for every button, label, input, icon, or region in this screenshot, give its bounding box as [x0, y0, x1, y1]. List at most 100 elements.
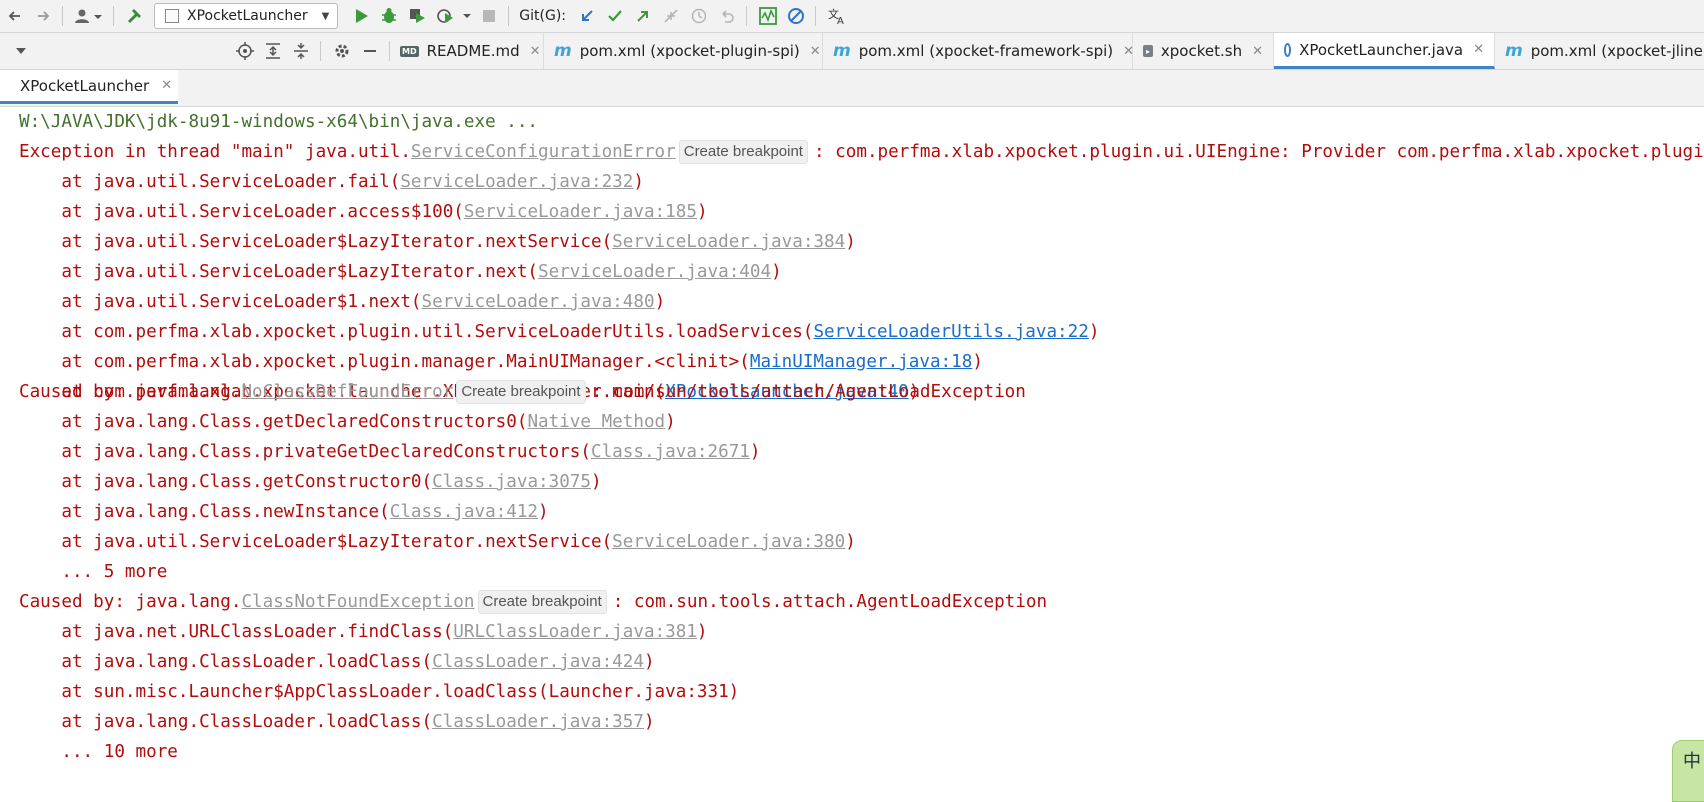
git-push-icon[interactable]	[630, 3, 656, 29]
editor-tabs-bar: MD README.md ✕ m pom.xml (xpocket-plugin…	[0, 33, 1704, 70]
exception-class-link[interactable]: ServiceConfigurationError	[411, 142, 676, 162]
stack-frame-close-paren: )	[633, 172, 644, 192]
build-hammer-icon[interactable]	[122, 3, 148, 29]
chevron-down-icon[interactable]	[460, 3, 474, 29]
source-location-link[interactable]: ServiceLoader.java:232	[400, 172, 633, 192]
stack-frame-line: at java.lang.Class.privateGetDeclaredCon…	[19, 437, 760, 467]
gear-icon[interactable]	[329, 38, 355, 64]
source-location-link[interactable]: Class.java:2671	[591, 442, 750, 462]
source-location-link[interactable]: ServiceLoader.java:384	[612, 232, 845, 252]
stack-frame-method: at com.perfma.xlab.xpocket.plugin.manage…	[19, 352, 750, 372]
stack-frame-close-paren: )	[749, 442, 761, 462]
git-compare-icon[interactable]	[658, 3, 684, 29]
console-output[interactable]: W:\JAVA\JDK\jdk-8u91-windows-x64\bin\jav…	[0, 107, 1704, 802]
tab-xpocket-sh[interactable]: ▸ xpocket.sh ✕	[1133, 33, 1274, 69]
translate-icon[interactable]: 文A	[824, 3, 850, 29]
run-icon[interactable]	[348, 3, 374, 29]
chevron-down-icon: ▼	[321, 10, 330, 22]
create-breakpoint-button[interactable]: Create breakpoint	[678, 140, 808, 164]
ime-indicator[interactable]: 中	[1672, 740, 1704, 802]
expand-all-icon[interactable]	[260, 38, 286, 64]
stack-frame-line: at java.lang.Class.getConstructor0(Class…	[19, 467, 601, 497]
close-icon[interactable]: ✕	[810, 44, 821, 59]
user-dropdown-icon[interactable]	[71, 3, 107, 29]
minimize-icon[interactable]	[357, 38, 383, 64]
stack-frame-close-paren: )	[654, 292, 666, 312]
source-location-link[interactable]: Class.java:3075	[432, 472, 591, 492]
source-location-link[interactable]: URLClassLoader.java:381	[453, 622, 697, 642]
close-icon[interactable]: ✕	[1252, 44, 1263, 59]
stack-frame-line: at java.util.ServiceLoader$LazyIterator.…	[19, 257, 781, 287]
caused-by-line: Caused by: java.lang.ClassNotFoundExcept…	[19, 587, 1047, 617]
source-location-link[interactable]: ServiceLoader.java:480	[422, 292, 655, 312]
stack-frame-line: at java.util.ServiceLoader$1.next(Servic…	[19, 287, 665, 317]
git-label: Git(G):	[519, 8, 566, 24]
source-location-link[interactable]: Class.java:412	[390, 502, 538, 522]
stack-frame-method: at java.lang.Class.newInstance(	[19, 502, 390, 522]
toolbar-divider	[815, 6, 816, 26]
git-commit-icon[interactable]	[602, 3, 628, 29]
main-toolbar: XPocketLauncher ▼ Git(G): 文 A	[0, 0, 1704, 33]
disable-icon[interactable]	[783, 3, 809, 29]
run-tab-label: XPocketLauncher	[20, 76, 150, 95]
exception-message: : com.perfma.xlab.xpocket.plugin.ui.UIEn…	[813, 142, 1704, 162]
coverage-icon[interactable]	[404, 3, 430, 29]
run-tab-xpocketlauncher[interactable]: XPocketLauncher ✕	[0, 70, 178, 104]
run-tab-bar: XPocketLauncher ✕	[0, 70, 1704, 107]
exception-class-link[interactable]: NoClassDefFoundError	[241, 382, 453, 402]
caused-by-prefix: Caused by: java.lang.	[19, 382, 242, 402]
source-location-link[interactable]: Native Method	[527, 412, 665, 432]
stack-frame-close-paren: )	[696, 622, 708, 642]
chevron-down-icon[interactable]	[0, 46, 42, 56]
tab-xpocketlauncher-java[interactable]: XPocketLauncher.java ✕	[1274, 33, 1495, 69]
toolbar-divider	[62, 6, 63, 26]
back-icon[interactable]	[2, 3, 28, 29]
tab-readme[interactable]: MD README.md ✕	[390, 33, 544, 69]
exception-line: Exception in thread "main" java.util.Ser…	[19, 137, 1704, 167]
stack-frame-line: at sun.misc.Launcher$AppClassLoader.load…	[19, 682, 740, 702]
run-configuration-select[interactable]: XPocketLauncher ▼	[154, 3, 339, 29]
history-icon[interactable]	[686, 3, 712, 29]
source-location-link[interactable]: ServiceLoader.java:404	[538, 262, 771, 282]
source-location-link[interactable]: ClassLoader.java:424	[432, 652, 644, 672]
exception-class-link[interactable]: ClassNotFoundException	[241, 592, 474, 612]
collapse-all-icon[interactable]	[288, 38, 314, 64]
stack-frame-line: at java.util.ServiceLoader$LazyIterator.…	[19, 527, 855, 557]
statistic-chart-icon[interactable]	[755, 3, 781, 29]
source-location-link[interactable]: MainUIManager.java:18	[750, 352, 972, 372]
exception-message: : com.sun.tools.attach.AgentLoadExceptio…	[612, 592, 1048, 612]
forward-icon[interactable]	[30, 3, 56, 29]
caused-by-line: Caused by: java.lang.NoClassDefFoundErro…	[19, 377, 1026, 407]
close-icon[interactable]: ✕	[1473, 42, 1484, 57]
rollback-icon[interactable]	[714, 3, 740, 29]
git-update-icon[interactable]	[574, 3, 600, 29]
create-breakpoint-button[interactable]: Create breakpoint	[477, 590, 607, 614]
close-icon[interactable]: ✕	[161, 78, 172, 93]
more-frames-line: ... 10 more	[19, 742, 178, 762]
exception-message: : com/sun/tools/attach/AgentLoadExceptio…	[591, 382, 1026, 402]
stack-frame-close-paren: )	[643, 652, 655, 672]
stop-icon[interactable]	[476, 3, 502, 29]
locate-icon[interactable]	[232, 38, 258, 64]
stack-frame-close-paren: )	[643, 712, 655, 732]
source-location-link[interactable]: ServiceLoaderUtils.java:22	[813, 322, 1088, 342]
close-icon[interactable]: ✕	[530, 44, 541, 59]
svg-text:A: A	[837, 16, 844, 25]
create-breakpoint-button[interactable]: Create breakpoint	[456, 380, 586, 404]
tab-pom-framework-spi[interactable]: m pom.xml (xpocket-framework-spi) ✕	[823, 33, 1134, 69]
source-location-link[interactable]: ServiceLoader.java:380	[612, 532, 845, 552]
tab-pom-plugin-spi[interactable]: m pom.xml (xpocket-plugin-spi) ✕	[544, 33, 823, 69]
stack-frame-method: at java.lang.Class.privateGetDeclaredCon…	[19, 442, 591, 462]
stack-frame-line: at java.lang.Class.newInstance(Class.jav…	[19, 497, 548, 527]
stack-frame-method: at java.lang.ClassLoader.loadClass(	[19, 712, 433, 732]
console-command-line: W:\JAVA\JDK\jdk-8u91-windows-x64\bin\jav…	[19, 112, 539, 132]
profiler-icon[interactable]	[432, 3, 458, 29]
tab-label: xpocket.sh	[1160, 42, 1243, 60]
debug-icon[interactable]	[376, 3, 402, 29]
tab-pom-jline[interactable]: m pom.xml (xpocket-jline	[1495, 33, 1704, 69]
java-class-icon	[1284, 42, 1292, 57]
source-location-link[interactable]: ClassLoader.java:357	[432, 712, 644, 732]
source-location-link[interactable]: ServiceLoader.java:185	[464, 202, 697, 222]
stack-frame-line: at java.util.ServiceLoader.fail(ServiceL…	[19, 167, 644, 197]
stack-frame-method: at java.util.ServiceLoader$LazyIterator.…	[19, 232, 613, 252]
